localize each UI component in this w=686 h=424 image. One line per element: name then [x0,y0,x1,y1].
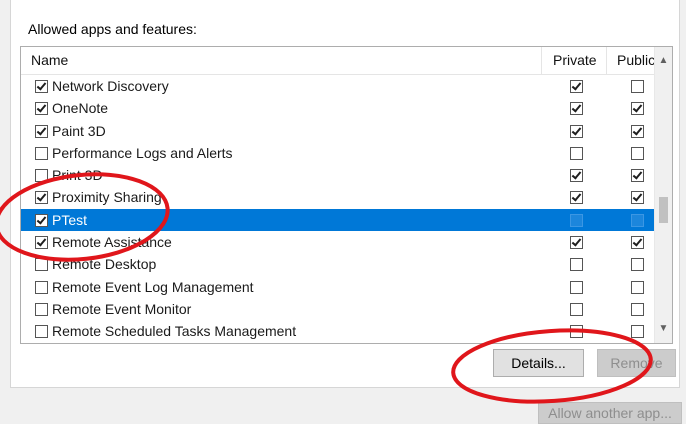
row-label: Remote Assistance [52,234,172,251]
public-checkbox[interactable] [631,124,644,138]
enable-checkbox[interactable] [35,302,48,316]
enable-checkbox[interactable] [35,169,48,183]
public-checkbox[interactable] [631,280,644,294]
row-label: Remote Event Monitor [52,300,192,317]
private-checkbox[interactable] [570,302,583,316]
column-separator[interactable] [541,47,542,74]
private-checkbox[interactable] [570,169,583,183]
public-checkbox[interactable] [631,213,644,227]
public-checkbox[interactable] [631,191,644,205]
enable-checkbox[interactable] [35,236,48,250]
column-separator[interactable] [606,47,607,74]
row-label: Paint 3D [52,122,106,139]
row-label: Network Discovery [52,78,169,94]
table-row[interactable]: Paint 3D [21,120,655,142]
enable-checkbox[interactable] [35,191,48,205]
enable-checkbox[interactable] [35,146,48,160]
chevron-up-icon[interactable]: ▲ [655,51,672,71]
row-label: Proximity Sharing [52,189,162,206]
table-row[interactable]: Remote Desktop [21,253,655,275]
public-checkbox[interactable] [631,258,644,272]
table-row[interactable]: Print 3D [21,164,655,186]
table-row[interactable]: Remote Event Monitor [21,298,655,320]
private-checkbox[interactable] [570,280,583,294]
public-checkbox[interactable] [631,169,644,183]
table-row[interactable]: Performance Logs and Alerts [21,142,655,164]
allow-another-app-button[interactable]: Allow another app... [538,402,682,424]
row-label: PTest [52,211,88,228]
private-checkbox[interactable] [570,213,583,227]
row-label: Remote Scheduled Tasks Management [52,323,297,340]
enable-checkbox[interactable] [35,280,48,294]
table-row[interactable]: OneNote [21,97,655,119]
enable-checkbox[interactable] [35,124,48,138]
private-checkbox[interactable] [570,236,583,250]
private-checkbox[interactable] [570,325,583,339]
remove-button[interactable]: Remove [597,349,676,377]
enable-checkbox[interactable] [35,325,48,339]
public-checkbox[interactable] [631,302,644,316]
public-checkbox[interactable] [631,80,644,93]
chevron-down-icon[interactable]: ▼ [655,319,672,339]
table-row[interactable]: Proximity Sharing [21,186,655,208]
row-label: OneNote [52,100,109,117]
column-header-name[interactable]: Name [31,47,68,74]
vertical-scrollbar[interactable]: ▲ ▼ [654,47,672,343]
private-checkbox[interactable] [570,146,583,160]
scrollbar-thumb[interactable] [659,197,668,223]
row-label: Remote Desktop [52,256,157,273]
allowed-apps-list[interactable]: Name Private Public Network Discovery One… [20,46,673,344]
public-checkbox[interactable] [631,102,644,116]
column-header-public[interactable]: Public [617,47,655,74]
enable-checkbox[interactable] [35,102,48,116]
private-checkbox[interactable] [570,191,583,205]
table-row[interactable]: Remote Event Log Management [21,276,655,298]
private-checkbox[interactable] [570,124,583,138]
details-button[interactable]: Details... [493,349,584,377]
row-label: Print 3D [52,167,103,184]
enable-checkbox[interactable] [35,258,48,272]
table-row[interactable]: Remote Assistance [21,231,655,253]
public-checkbox[interactable] [631,236,644,250]
public-checkbox[interactable] [631,325,644,339]
column-header-private[interactable]: Private [553,47,597,74]
list-header: Name Private Public [21,47,672,75]
table-row[interactable]: PTest [21,208,655,232]
enable-checkbox[interactable] [35,80,48,93]
public-checkbox[interactable] [631,146,644,160]
row-label: Performance Logs and Alerts [52,144,233,161]
private-checkbox[interactable] [570,102,583,116]
row-label: Remote Event Log Management [52,278,254,295]
list-rows: Network Discovery OneNote Paint 3D Performa… [21,75,655,343]
table-row[interactable]: Network Discovery [21,75,655,97]
private-checkbox[interactable] [570,258,583,272]
private-checkbox[interactable] [570,80,583,93]
table-row[interactable]: Remote Scheduled Tasks Management [21,320,655,342]
enable-checkbox[interactable] [35,213,48,227]
group-title: Allowed apps and features: [28,21,197,37]
